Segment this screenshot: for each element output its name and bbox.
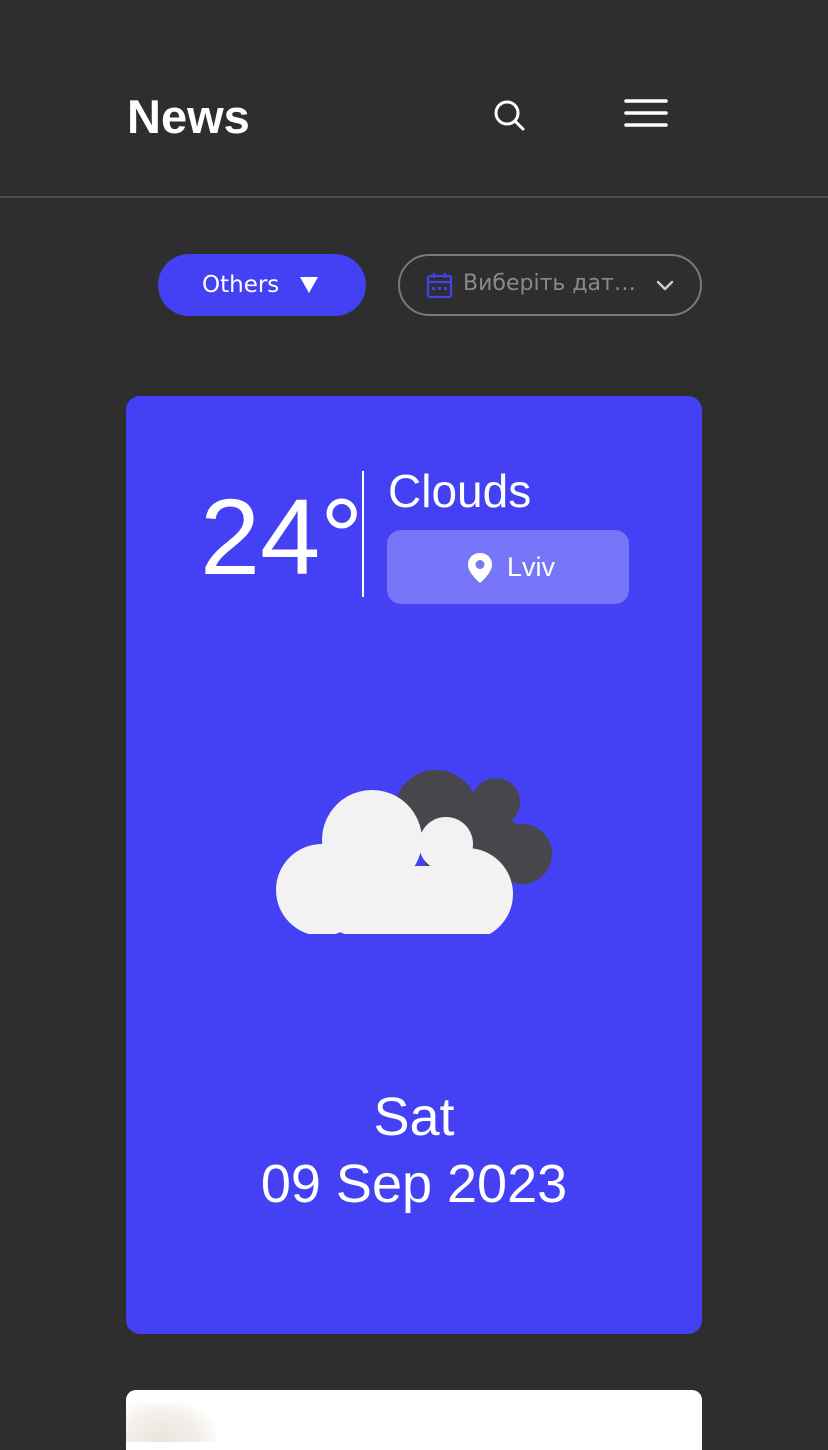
partly-cloudy-icon	[276, 770, 552, 934]
category-dropdown[interactable]: Others	[158, 254, 366, 316]
date-picker[interactable]: Виберіть дату...	[398, 254, 702, 316]
divider	[362, 471, 364, 597]
chevron-down-icon	[656, 280, 674, 291]
weather-date: 09 Sep 2023	[260, 1154, 568, 1214]
news-card[interactable]	[126, 1390, 702, 1450]
search-button[interactable]	[488, 94, 530, 136]
hamburger-menu-icon	[624, 99, 668, 127]
category-label: Others	[202, 272, 280, 298]
date-placeholder: Виберіть дату...	[463, 271, 641, 296]
search-icon	[494, 100, 525, 131]
location-button[interactable]: Lviv	[387, 530, 629, 604]
weather-card: 24° Clouds Lviv Sat 09 Sep 2023	[126, 396, 702, 1334]
weather-condition: Clouds	[388, 465, 532, 517]
news-thumbnail	[126, 1402, 216, 1442]
location-pin-icon	[468, 553, 492, 583]
location-label: Lviv	[507, 552, 556, 582]
app-header: News	[0, 0, 828, 198]
weather-day: Sat	[373, 1087, 455, 1147]
menu-button[interactable]	[622, 94, 670, 134]
caret-down-icon	[300, 277, 318, 293]
temperature: 24°	[200, 476, 364, 597]
app-title: News	[127, 90, 250, 143]
calendar-icon	[426, 273, 453, 299]
